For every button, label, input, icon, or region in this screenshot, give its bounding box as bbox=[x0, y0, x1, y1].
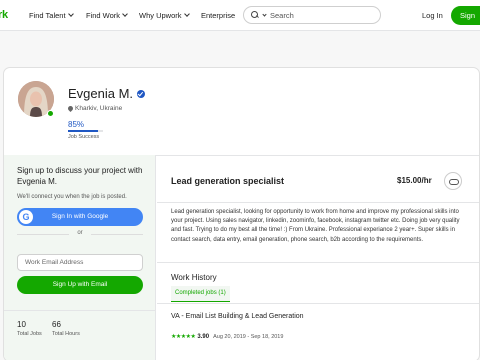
profile-location: Kharkiv, Ukraine bbox=[66, 104, 123, 113]
tab-divider bbox=[157, 303, 479, 304]
login-link[interactable]: Log In bbox=[422, 11, 443, 20]
nav-find-talent-label: Find Talent bbox=[29, 11, 66, 20]
job-entry-title[interactable]: VA - Email List Building & Lead Generati… bbox=[171, 313, 304, 320]
chevron-down-icon bbox=[122, 11, 128, 17]
job-success-bar-fill bbox=[68, 130, 98, 132]
nav-enterprise[interactable]: Enterprise bbox=[201, 11, 235, 20]
nav-why-upwork[interactable]: Why Upwork bbox=[139, 11, 190, 20]
signup-email-button[interactable]: Sign Up with Email bbox=[17, 276, 143, 294]
star-rating-icon: ★★★★★ bbox=[171, 334, 196, 340]
signup-button[interactable]: Sign bbox=[451, 6, 480, 25]
upwork-logo[interactable]: rk bbox=[0, 9, 8, 21]
work-history-title: Work History bbox=[171, 273, 217, 282]
nav-find-talent[interactable]: Find Talent bbox=[29, 11, 74, 20]
copy-link-icon[interactable] bbox=[444, 172, 462, 190]
signup-panel-title: Sign up to discuss your project with Evg… bbox=[17, 166, 143, 186]
profile-name-text: Evgenia M. bbox=[68, 86, 134, 101]
google-signin-label: Sign In with Google bbox=[51, 213, 109, 220]
profile-headline: Lead generation specialist bbox=[171, 176, 285, 186]
search-icon bbox=[251, 11, 259, 19]
search-input[interactable] bbox=[270, 10, 370, 20]
hourly-rate: $15.00/hr bbox=[397, 176, 432, 185]
verified-badge-icon bbox=[137, 89, 146, 98]
nav-find-work[interactable]: Find Work bbox=[86, 11, 128, 20]
signup-panel: Sign up to discuss your project with Evg… bbox=[4, 155, 156, 360]
job-success-bar bbox=[68, 130, 103, 132]
profile-description: Lead generation specialist, looking for … bbox=[171, 209, 460, 243]
job-score: 3.90 bbox=[197, 333, 210, 340]
stat-total-hours-label: Total Hours bbox=[52, 331, 80, 337]
profile-location-text: Kharkiv, Ukraine bbox=[75, 105, 123, 112]
location-pin-icon bbox=[66, 104, 75, 113]
chevron-down-icon bbox=[183, 11, 190, 17]
online-status-dot bbox=[47, 110, 54, 117]
chevron-down-icon[interactable] bbox=[262, 11, 267, 17]
tab-completed-jobs[interactable]: Completed jobs (1) bbox=[171, 286, 230, 302]
job-dates: Aug 20, 2019 - Sep 18, 2019 bbox=[213, 333, 284, 340]
stats-divider bbox=[4, 310, 156, 311]
stat-total-hours: 66 Total Hours bbox=[52, 320, 80, 337]
google-signin-button[interactable]: G Sign In with Google bbox=[17, 208, 143, 226]
chevron-down-icon bbox=[67, 11, 74, 17]
profile-name: Evgenia M. bbox=[68, 86, 146, 101]
job-success-percent: 85% bbox=[68, 120, 85, 129]
search-bar[interactable] bbox=[243, 6, 381, 24]
stat-total-jobs-value: 10 bbox=[17, 320, 26, 329]
header-divider bbox=[157, 202, 479, 203]
overview-panel: Lead generation specialist $15.00/hr Lea… bbox=[157, 155, 479, 360]
nav-why-upwork-label: Why Upwork bbox=[139, 11, 182, 20]
or-divider: or bbox=[17, 230, 143, 236]
top-nav: rk Find Talent Find Work Why Upwork Ente… bbox=[0, 0, 480, 31]
stat-total-jobs-label: Total Jobs bbox=[17, 331, 42, 337]
profile-card: Evgenia M. Kharkiv, Ukraine 85% Job Succ… bbox=[3, 67, 480, 360]
work-email-input[interactable] bbox=[17, 254, 143, 271]
stat-total-jobs: 10 Total Jobs bbox=[17, 320, 42, 337]
description-divider bbox=[157, 262, 479, 263]
job-entry-meta: ★★★★★ 3.90 Aug 20, 2019 - Sep 18, 2019 bbox=[171, 333, 284, 341]
nav-enterprise-label: Enterprise bbox=[201, 11, 236, 20]
stat-total-hours-value: 66 bbox=[52, 320, 61, 329]
signup-panel-note: We'll connect you when the job is posted… bbox=[17, 194, 127, 200]
job-success-label: Job Success bbox=[68, 134, 100, 140]
nav-find-work-label: Find Work bbox=[86, 11, 121, 20]
